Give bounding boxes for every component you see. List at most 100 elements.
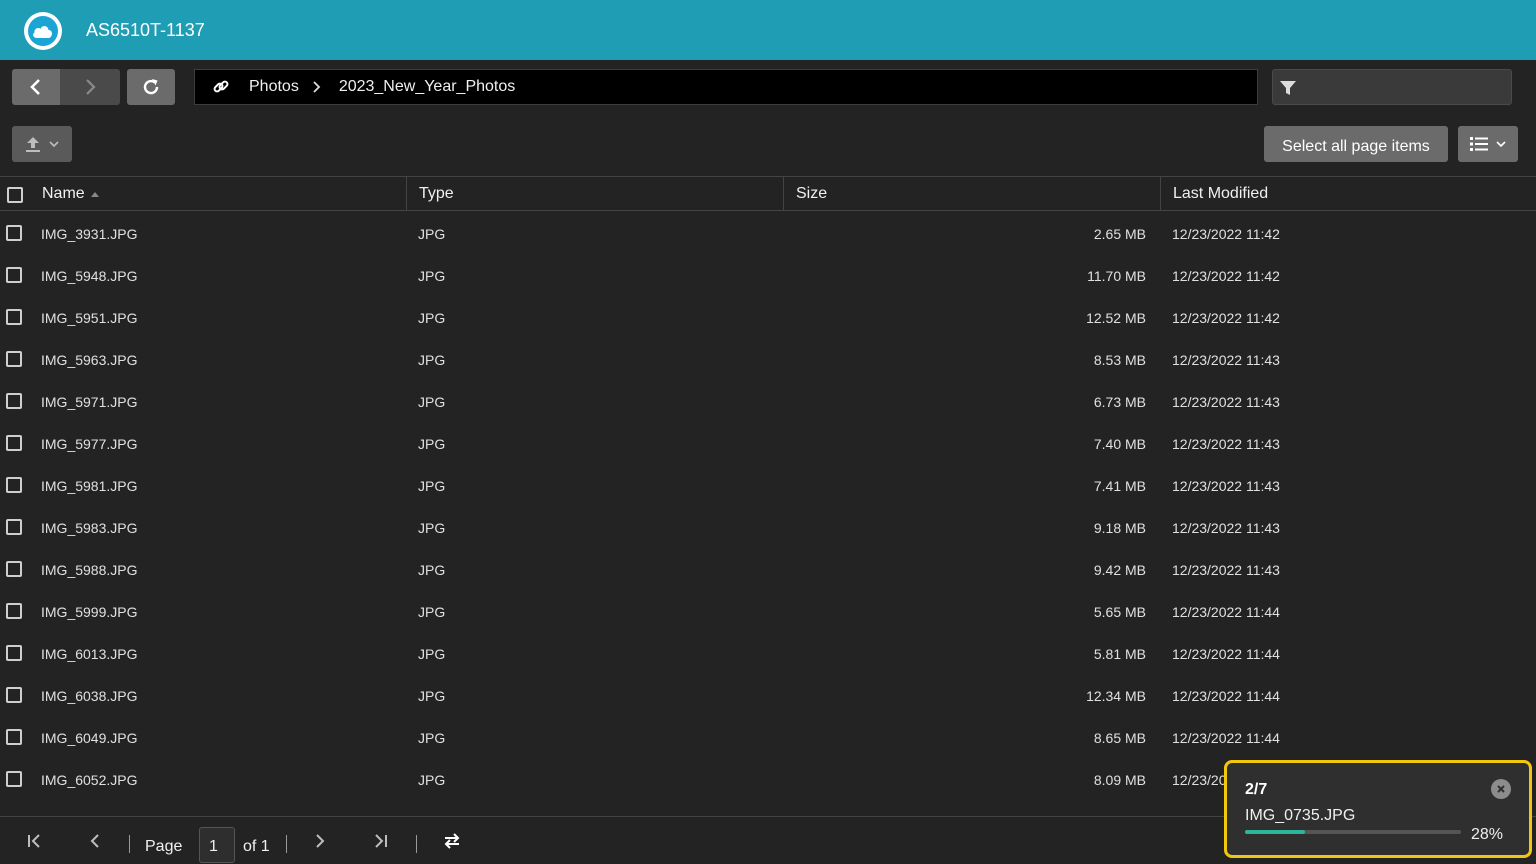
file-type: JPG [418, 562, 446, 578]
column-header-name[interactable]: Name [30, 177, 406, 211]
file-modified: 12/23/2022 11:44 [1172, 688, 1280, 704]
divider [416, 835, 417, 853]
refresh-button[interactable] [127, 69, 175, 105]
divider [286, 835, 287, 853]
prev-page-icon[interactable] [88, 817, 102, 864]
link-icon[interactable] [211, 77, 231, 97]
file-name: IMG_5999.JPG [41, 604, 138, 620]
file-name: IMG_5977.JPG [41, 436, 138, 452]
sort-ascending-icon [90, 191, 99, 197]
select-all-checkbox[interactable] [7, 187, 23, 203]
file-name: IMG_5971.JPG [41, 394, 138, 410]
select-all-button[interactable]: Select all page items [1264, 126, 1448, 162]
file-modified: 12/23/2022 11:44 [1172, 646, 1280, 662]
row-checkbox[interactable] [6, 645, 22, 661]
breadcrumb-current-folder[interactable]: 2023_New_Year_Photos [339, 78, 515, 96]
chevron-down-icon [49, 141, 59, 148]
file-type: JPG [418, 730, 446, 746]
file-size: 7.40 MB [1093, 436, 1146, 452]
file-size: 5.81 MB [1093, 646, 1146, 662]
chevron-right-icon [86, 79, 96, 95]
page-label: Page [145, 838, 183, 855]
table-row[interactable]: IMG_5951.JPG JPG 12.52 MB 12/23/2022 11:42 [0, 296, 1536, 338]
row-checkbox[interactable] [6, 561, 22, 577]
file-name: IMG_5951.JPG [41, 310, 138, 326]
file-size: 9.42 MB [1093, 562, 1146, 578]
table-row[interactable]: IMG_6013.JPG JPG 5.81 MB 12/23/2022 11:44 [0, 632, 1536, 674]
row-checkbox[interactable] [6, 435, 22, 451]
column-header-size[interactable]: Size [783, 177, 1160, 211]
table-row[interactable]: IMG_6049.JPG JPG 8.65 MB 12/23/2022 11:44 [0, 716, 1536, 758]
history-nav [12, 69, 120, 105]
file-size: 8.65 MB [1093, 730, 1146, 746]
file-size: 8.53 MB [1093, 352, 1146, 368]
upload-file-name: IMG_0735.JPG [1245, 807, 1356, 824]
file-modified: 12/23/2022 11:43 [1172, 562, 1280, 578]
file-size: 9.18 MB [1093, 520, 1146, 536]
file-name: IMG_6038.JPG [41, 688, 138, 704]
file-size: 7.41 MB [1093, 478, 1146, 494]
table-row[interactable]: IMG_5948.JPG JPG 11.70 MB 12/23/2022 11:42 [0, 254, 1536, 296]
next-page-icon[interactable] [313, 817, 327, 864]
file-size: 5.65 MB [1093, 604, 1146, 620]
table-row[interactable]: IMG_5981.JPG JPG 7.41 MB 12/23/2022 11:43 [0, 464, 1536, 506]
file-name: IMG_5981.JPG [41, 478, 138, 494]
table-row[interactable]: IMG_6038.JPG JPG 12.34 MB 12/23/2022 11:44 [0, 674, 1536, 716]
file-type: JPG [418, 688, 446, 704]
file-list: IMG_3931.JPG JPG 2.65 MB 12/23/2022 11:42 I… [0, 212, 1536, 800]
column-header-label: Name [42, 185, 85, 202]
row-checkbox[interactable] [6, 267, 22, 283]
table-row[interactable]: IMG_5977.JPG JPG 7.40 MB 12/23/2022 11:43 [0, 422, 1536, 464]
row-checkbox[interactable] [6, 351, 22, 367]
back-button[interactable] [12, 69, 60, 105]
row-checkbox[interactable] [6, 309, 22, 325]
page-number-input[interactable]: 1 [199, 827, 235, 863]
row-checkbox[interactable] [6, 477, 22, 493]
file-size: 6.73 MB [1093, 394, 1146, 410]
file-name: IMG_5963.JPG [41, 352, 138, 368]
column-header-label: Size [796, 185, 828, 202]
file-size: 12.34 MB [1086, 688, 1146, 704]
table-row[interactable]: IMG_5999.JPG JPG 5.65 MB 12/23/2022 11:44 [0, 590, 1536, 632]
table-row[interactable]: IMG_5963.JPG JPG 8.53 MB 12/23/2022 11:43 [0, 338, 1536, 380]
view-mode-button[interactable] [1458, 126, 1518, 162]
last-page-icon[interactable] [373, 817, 389, 864]
file-name: IMG_3931.JPG [41, 226, 138, 242]
file-name: IMG_6049.JPG [41, 730, 138, 746]
chevron-down-icon [1496, 141, 1506, 148]
upload-button[interactable] [12, 126, 72, 162]
column-header-modified[interactable]: Last Modified [1160, 177, 1536, 211]
chevron-right-icon [311, 80, 321, 94]
file-type: JPG [418, 478, 446, 494]
table-row[interactable]: IMG_5971.JPG JPG 6.73 MB 12/23/2022 11:43 [0, 380, 1536, 422]
filter-input[interactable] [1307, 74, 1505, 100]
close-icon[interactable] [1491, 779, 1511, 799]
row-checkbox[interactable] [6, 393, 22, 409]
list-view-icon [1470, 137, 1488, 151]
row-checkbox[interactable] [6, 225, 22, 241]
file-type: JPG [418, 226, 446, 242]
filter-field[interactable] [1272, 69, 1512, 105]
table-row[interactable]: IMG_3931.JPG JPG 2.65 MB 12/23/2022 11:42 [0, 212, 1536, 254]
row-checkbox[interactable] [6, 729, 22, 745]
breadcrumb-photos[interactable]: Photos [249, 78, 299, 96]
file-size: 12.52 MB [1086, 310, 1146, 326]
file-modified: 12/23/20 [1172, 772, 1227, 788]
column-header-label: Last Modified [1173, 185, 1269, 202]
row-checkbox[interactable] [6, 519, 22, 535]
file-size: 2.65 MB [1093, 226, 1146, 242]
table-header: Name Type Size Last Modified [0, 176, 1536, 211]
file-type: JPG [418, 352, 446, 368]
forward-button[interactable] [60, 69, 120, 105]
file-modified: 12/23/2022 11:44 [1172, 604, 1280, 620]
table-row[interactable]: IMG_5988.JPG JPG 9.42 MB 12/23/2022 11:43 [0, 548, 1536, 590]
row-checkbox[interactable] [6, 603, 22, 619]
upload-icon [26, 137, 40, 152]
table-row[interactable]: IMG_5983.JPG JPG 9.18 MB 12/23/2022 11:43 [0, 506, 1536, 548]
row-checkbox[interactable] [6, 771, 22, 787]
row-checkbox[interactable] [6, 687, 22, 703]
swap-icon[interactable] [442, 817, 462, 864]
breadcrumb: Photos 2023_New_Year_Photos [194, 69, 1258, 105]
first-page-icon[interactable] [26, 817, 42, 864]
column-header-type[interactable]: Type [406, 177, 783, 211]
